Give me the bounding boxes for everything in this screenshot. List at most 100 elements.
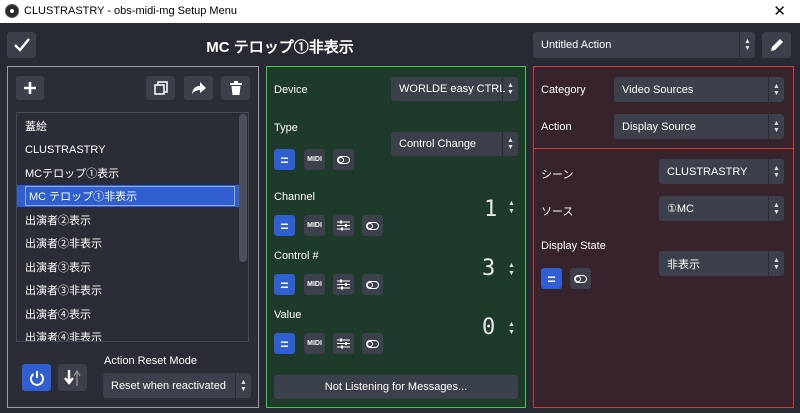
actions-list[interactable]: 蓋絵 CLUSTRASTRY MCテロップ①表示 MC テロップ①非表示 出演者… <box>16 112 249 342</box>
midi-settings-panel <box>266 66 526 408</box>
scene-value: CLUSTRASTRY <box>667 165 748 178</box>
power-icon <box>29 370 44 386</box>
channel-value-display: 1 <box>484 197 498 222</box>
chevron-updown-icon: ▲ ▼ <box>768 251 784 276</box>
equals-icon: = <box>547 270 556 287</box>
value-toggle-button[interactable] <box>362 333 383 354</box>
enable-toggle-button[interactable] <box>22 364 51 391</box>
title-bar: CLUSTRASTRY - obs-midi-mg Setup Menu ✕ <box>0 0 800 23</box>
checkmark-icon <box>13 38 30 52</box>
control-equals-button[interactable]: = <box>274 274 295 295</box>
display-state-select[interactable]: 非表示 ▲ ▼ <box>659 251 784 276</box>
spin-up-icon[interactable]: ▲ <box>508 321 515 329</box>
list-item[interactable]: CLUSTRASTRY <box>17 139 240 161</box>
edit-button[interactable] <box>762 32 791 58</box>
list-item[interactable]: 出演者②表示 <box>17 209 240 231</box>
sliders-icon <box>337 220 350 231</box>
sliders-icon <box>337 279 350 290</box>
reset-mode-label: Action Reset Mode <box>104 355 197 367</box>
type-toggle-button[interactable] <box>333 149 354 170</box>
trash-icon <box>229 81 242 95</box>
type-equals-button[interactable]: = <box>274 149 295 170</box>
plus-icon <box>24 82 36 94</box>
toggle-icon <box>366 339 379 348</box>
type-midi-button[interactable]: MIDI <box>304 149 325 170</box>
delete-button[interactable] <box>221 76 250 100</box>
control-midi-button[interactable]: MIDI <box>304 274 325 295</box>
display-state-value: 非表示 <box>667 258 700 271</box>
device-value: WORLDE easy CTRL <box>399 83 506 95</box>
chevron-updown-icon: ▲ ▼ <box>235 373 251 398</box>
action-label: Action <box>541 121 572 133</box>
value-spinner[interactable]: ▲ ▼ <box>508 321 515 337</box>
value-range-button[interactable] <box>333 333 354 354</box>
type-value: Control Change <box>399 138 477 150</box>
list-item[interactable]: 出演者④非表示 <box>17 326 240 341</box>
chevron-updown-icon: ▲ ▼ <box>768 159 784 184</box>
action-value: Display Source <box>622 120 696 133</box>
copy-icon <box>153 81 168 95</box>
channel-equals-button[interactable]: = <box>274 215 295 236</box>
channel-range-button[interactable] <box>333 215 354 236</box>
list-item[interactable]: MCテロップ①表示 <box>17 162 240 184</box>
list-item[interactable]: 蓋絵 <box>17 115 240 137</box>
confirm-button[interactable] <box>7 32 36 58</box>
device-label: Device <box>274 84 308 96</box>
chevron-updown-icon: ▲ ▼ <box>768 196 784 221</box>
move-button[interactable] <box>184 76 213 100</box>
list-item-selected[interactable]: MC テロップ①非表示 <box>17 185 240 207</box>
category-select[interactable]: Video Sources ▲ ▼ <box>614 77 784 102</box>
chevron-updown-icon: ▲ ▼ <box>768 114 784 139</box>
listen-button[interactable]: Not Listening for Messages... <box>274 375 518 399</box>
value-equals-button[interactable]: = <box>274 333 295 354</box>
category-value: Video Sources <box>622 83 694 96</box>
spin-down-icon[interactable]: ▼ <box>508 208 515 216</box>
toggle-icon <box>366 221 379 230</box>
source-select[interactable]: ①MC ▲ ▼ <box>659 196 784 221</box>
toggle-icon <box>366 280 379 289</box>
spin-up-icon[interactable]: ▲ <box>508 262 515 270</box>
copy-button[interactable] <box>146 76 175 100</box>
channel-spinner[interactable]: ▲ ▼ <box>508 200 515 216</box>
control-label: Control # <box>274 250 319 262</box>
midi-icon: MIDI <box>307 281 322 288</box>
list-item[interactable]: 出演者③非表示 <box>17 279 240 301</box>
control-toggle-button[interactable] <box>362 274 383 295</box>
spin-down-icon[interactable]: ▼ <box>508 270 515 278</box>
reset-mode-value: Reset when reactivated <box>111 379 226 392</box>
value-label: Value <box>274 309 302 321</box>
reset-toggle-button[interactable] <box>58 364 87 391</box>
control-range-button[interactable] <box>333 274 354 295</box>
scene-label: シーン <box>541 169 574 181</box>
channel-toggle-button[interactable] <box>362 215 383 236</box>
close-icon[interactable]: ✕ <box>773 2 786 20</box>
spin-up-icon[interactable]: ▲ <box>508 200 515 208</box>
down-up-arrows-icon <box>63 369 80 386</box>
window-title: CLUSTRASTRY - obs-midi-mg Setup Menu <box>24 5 237 17</box>
sliders-icon <box>337 338 350 349</box>
type-label: Type <box>274 122 298 134</box>
display-state-label: Display State <box>541 240 606 252</box>
list-item[interactable]: 出演者③表示 <box>17 256 240 278</box>
display-state-toggle-button[interactable] <box>570 268 591 289</box>
list-item[interactable]: 出演者④表示 <box>17 303 240 325</box>
equals-icon: = <box>280 151 289 168</box>
list-scrollbar[interactable] <box>239 114 247 262</box>
add-button[interactable] <box>16 76 44 100</box>
spin-down-icon[interactable]: ▼ <box>508 329 515 337</box>
action-name-select[interactable]: Untitled Action ▲ ▼ <box>533 32 755 58</box>
value-midi-button[interactable]: MIDI <box>304 333 325 354</box>
control-value-display: 3 <box>482 256 496 281</box>
midi-icon: MIDI <box>307 222 322 229</box>
scene-select[interactable]: CLUSTRASTRY ▲ ▼ <box>659 159 784 184</box>
control-spinner[interactable]: ▲ ▼ <box>508 262 515 278</box>
action-select[interactable]: Display Source ▲ ▼ <box>614 114 784 139</box>
toggle-icon <box>337 155 350 164</box>
list-item[interactable]: 出演者②非表示 <box>17 232 240 254</box>
device-select[interactable]: WORLDE easy CTRL ▲ ▼ <box>391 77 518 101</box>
channel-midi-button[interactable]: MIDI <box>304 215 325 236</box>
source-label: ソース <box>541 206 574 218</box>
type-select[interactable]: Control Change ▲ ▼ <box>391 132 518 156</box>
display-state-equals-button[interactable]: = <box>541 268 562 289</box>
reset-mode-select[interactable]: Reset when reactivated ▲ ▼ <box>103 373 251 398</box>
